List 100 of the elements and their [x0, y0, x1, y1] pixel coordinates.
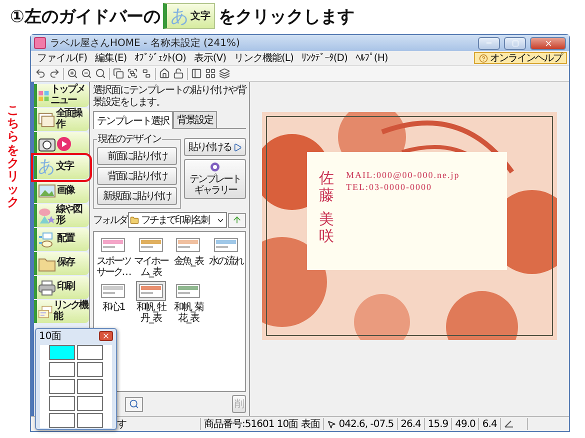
- minimize-button[interactable]: [478, 36, 500, 50]
- size-reading: 15.9: [428, 418, 448, 430]
- menu-item[interactable]: 編集(E): [91, 51, 131, 65]
- mail-text: MAIL:000@00-000.ne.jp: [346, 170, 460, 180]
- guide-bar-label: 線や図形: [56, 205, 83, 226]
- shapes-icon: [38, 206, 55, 224]
- template-name: マイホーム_表: [132, 256, 169, 278]
- up-folder-button[interactable]: [228, 212, 246, 228]
- paste-option-button[interactable]: 背面に貼り付け: [97, 167, 177, 185]
- template-name: 和帆_牡丹_表: [135, 302, 167, 324]
- app-icon: [34, 37, 46, 49]
- template-name: 金魚_表: [174, 256, 203, 267]
- gallery-icon: [210, 162, 220, 172]
- close-button[interactable]: [530, 36, 566, 50]
- label-slot[interactable]: [49, 362, 75, 377]
- menu-item[interactable]: 表示(V): [190, 51, 230, 65]
- search-icon[interactable]: [95, 68, 106, 79]
- camera-icon: [38, 136, 56, 152]
- position-reading: 042.6, -07.5: [338, 418, 394, 430]
- template-name: 和心1: [102, 302, 124, 313]
- preview-button[interactable]: [125, 396, 143, 412]
- paste-option-button[interactable]: 新規面に貼り付け: [97, 187, 177, 205]
- undo-icon[interactable]: [35, 68, 46, 79]
- tel-text: TEL:03-0000-0000: [346, 182, 433, 192]
- paste-button[interactable]: 貼り付ける: [184, 138, 246, 156]
- guide-bar-item[interactable]: 線や図形: [34, 204, 89, 227]
- angle-icon: [504, 420, 514, 428]
- guide-bar-label: 配置: [57, 234, 74, 245]
- callout-text: こちらをクリック: [7, 104, 19, 210]
- close-icon: [102, 332, 110, 340]
- label-slot[interactable]: [49, 379, 75, 394]
- guide-bar-label: 全面操作: [56, 109, 83, 130]
- tab[interactable]: テンプレート選択: [93, 111, 173, 129]
- grid-icon[interactable]: [205, 68, 216, 79]
- hiragana-glyph: あ: [170, 5, 188, 28]
- unlock-icon[interactable]: [173, 68, 184, 79]
- maximize-button[interactable]: [504, 36, 526, 50]
- help-icon: [479, 54, 488, 62]
- redo-icon[interactable]: [49, 68, 60, 79]
- folder-icon: [38, 256, 56, 272]
- layers-icon[interactable]: [219, 68, 230, 79]
- group-title: 現在のデザイン: [97, 133, 162, 146]
- house-icon[interactable]: [159, 68, 170, 79]
- menu-item[interactable]: ファイル(F): [33, 51, 92, 65]
- guide-bar-label: 保存: [57, 258, 74, 269]
- panel-description: 選択面にテンプレートの貼り付けや背景設定をします。: [93, 85, 246, 108]
- template-name: スポーツサーク…: [95, 256, 132, 278]
- search-icon: [129, 399, 139, 409]
- guide-bar-item[interactable]: 画像: [34, 180, 89, 203]
- template-name: 水の流れ: [208, 256, 243, 267]
- panel-icon[interactable]: [191, 68, 202, 79]
- copy-icon[interactable]: [113, 68, 124, 79]
- cards-icon: [38, 304, 53, 320]
- menu-item[interactable]: リンク機能(L): [230, 51, 298, 65]
- label-slot[interactable]: [77, 413, 103, 428]
- paste-option-button[interactable]: 前面に貼り付け: [97, 147, 177, 165]
- tab[interactable]: 背景設定: [173, 111, 217, 128]
- label-slot[interactable]: [49, 396, 75, 411]
- template-thumbnail[interactable]: [136, 281, 166, 301]
- guide-bar-item[interactable]: トップメニュー: [34, 84, 89, 107]
- template-gallery-button[interactable]: テンプレートギャラリー: [184, 159, 246, 199]
- online-help-button[interactable]: オンラインヘルプ: [474, 52, 567, 64]
- button-label: 文字: [190, 9, 210, 23]
- card-icon: [38, 112, 55, 128]
- guide-bar-item[interactable]: [34, 132, 89, 155]
- zoom-in-icon[interactable]: [67, 68, 78, 79]
- ungroup-icon[interactable]: [141, 68, 152, 79]
- guide-bar-label: 文字: [56, 162, 73, 173]
- guide-bar-label: リンク機能: [54, 301, 88, 322]
- label-slot[interactable]: [77, 396, 103, 411]
- label-slot[interactable]: [77, 379, 103, 394]
- popup-title: 10面: [39, 330, 62, 343]
- window-title: ラベル屋さんHOME - 名称未設定 (241%): [50, 36, 241, 50]
- size-reading: 49.0: [455, 418, 476, 430]
- cursor-icon: [326, 420, 336, 428]
- maximize-icon: [512, 40, 518, 46]
- close-button[interactable]: [99, 331, 113, 341]
- label-slot[interactable]: [49, 413, 75, 428]
- label-slot[interactable]: [49, 345, 75, 360]
- guide-bar-item[interactable]: 印刷: [34, 276, 89, 299]
- guide-bar-item[interactable]: 全面操作: [34, 108, 89, 131]
- instruction-text: をクリックします: [218, 6, 354, 28]
- guide-bar-label: トップメニュー: [50, 85, 86, 106]
- guide-bar-label: 印刷: [57, 282, 74, 293]
- guide-bar-item[interactable]: 保存: [34, 252, 89, 275]
- label-slot[interactable]: [77, 362, 103, 377]
- folder-label: フォルダ: [93, 214, 127, 227]
- guide-bar-item[interactable]: 配置: [34, 228, 89, 251]
- menu-item[interactable]: ｵﾌﾞｼﾞｪｸﾄ(O): [130, 52, 190, 64]
- product-number: 商品番号:51601 10面 表面: [204, 418, 320, 431]
- folder-dropdown[interactable]: フチまで印刷名刺: [128, 212, 227, 228]
- group-icon[interactable]: [127, 68, 138, 79]
- menu-item[interactable]: ﾍﾙﾌﾟ(H): [351, 52, 392, 64]
- name-text: 佐藤: [319, 170, 334, 203]
- menu-item[interactable]: ﾘﾝｸﾃﾞｰﾀ(D): [297, 52, 352, 64]
- zoom-out-icon[interactable]: [81, 68, 92, 79]
- folder-icon: [130, 216, 139, 224]
- label-slot[interactable]: [77, 345, 103, 360]
- hiragana-glyph: あ: [38, 158, 55, 176]
- guide-bar-item[interactable]: リンク機能: [34, 300, 89, 323]
